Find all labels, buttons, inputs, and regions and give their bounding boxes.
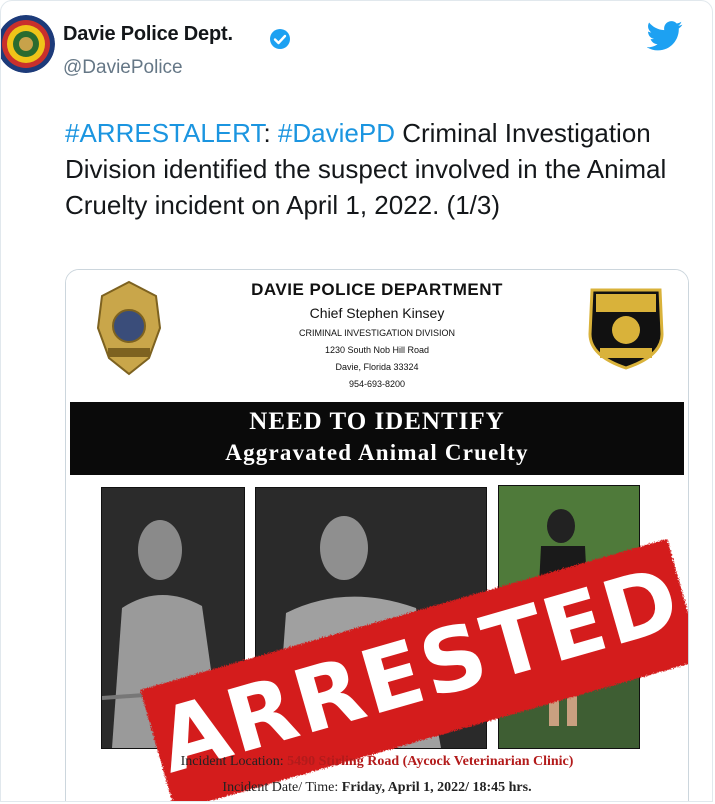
avatar[interactable]	[1, 15, 55, 73]
flyer-phone: 954-693-8200	[348, 379, 406, 389]
verified-badge-icon	[270, 29, 290, 49]
incident-date-value: Friday, April 1, 2022/ 18:45 hrs.	[341, 780, 532, 795]
tweet-media-image[interactable]: DAVIE POLICE DEPARTMENT Chief Stephen Ki…	[65, 269, 689, 801]
incident-location: Incident Location: 5490 Stirling Road (A…	[66, 754, 688, 770]
display-name[interactable]: Davie Police Dept.	[63, 23, 233, 46]
flyer-banner: NEED TO IDENTIFY Aggravated Animal Cruel…	[70, 402, 684, 475]
flyer-header: DAVIE POLICE DEPARTMENT Chief Stephen Ki…	[66, 270, 688, 400]
handle[interactable]: @DaviePolice	[63, 57, 183, 79]
tweet-card: Davie Police Dept. @DaviePolice #ARRESTA…	[0, 0, 713, 802]
incident-location-label: Incident Location:	[180, 754, 288, 769]
tweet-text: #ARRESTALERT: #DaviePD Criminal Investig…	[65, 115, 685, 223]
incident-date: Incident Date/ Time: Friday, April 1, 20…	[66, 780, 688, 796]
hashtag-link[interactable]: #ARRESTALERT	[65, 118, 263, 148]
banner-line-1: NEED TO IDENTIFY	[249, 408, 505, 435]
incident-location-value: 5490 Stirling Road (Aycock Veterinarian …	[287, 754, 574, 769]
hashtag-link[interactable]: #DaviePD	[278, 118, 395, 148]
incident-date-label: Incident Date/ Time:	[222, 780, 342, 795]
police-patch-icon	[588, 288, 664, 370]
separator-text: :	[263, 118, 271, 148]
twitter-bird-icon[interactable]	[647, 21, 683, 51]
banner-line-2: Aggravated Animal Cruelty	[225, 440, 529, 465]
